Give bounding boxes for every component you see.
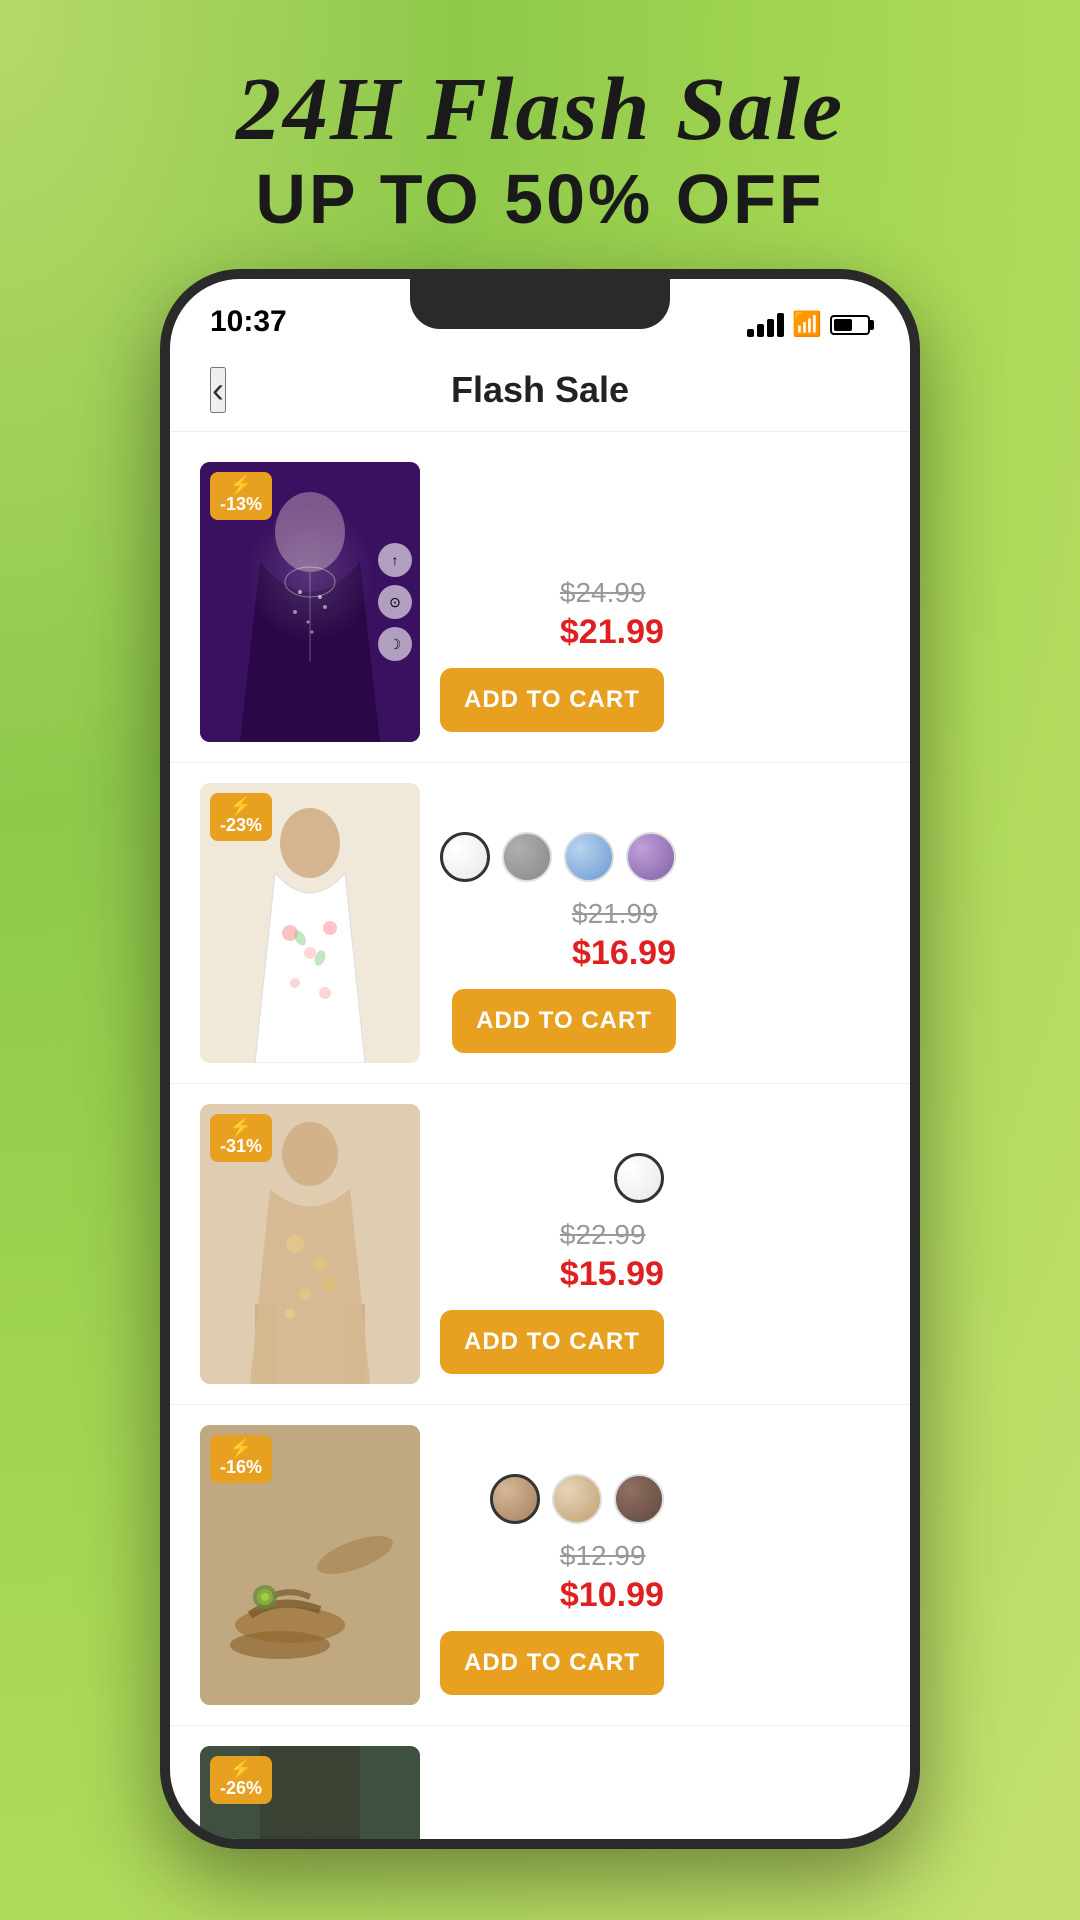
prices-1: $24.99 $21.99 (560, 577, 664, 652)
moon-icon: ☽ (378, 627, 412, 661)
prices-2: $21.99 $16.99 (572, 898, 676, 973)
product-image-wrap-2: ⚡ -23% (200, 783, 420, 1063)
battery-icon (830, 315, 870, 335)
signal-icon (747, 313, 784, 337)
add-to-cart-button-3[interactable]: ADD TO CART (440, 1310, 664, 1374)
status-icons: 📶 (747, 310, 870, 339)
discount-badge-1: ⚡ -13% (210, 472, 272, 520)
product-image-wrap-5: ⚡ -26% (200, 1746, 420, 1839)
original-price-3: $22.99 (560, 1219, 664, 1251)
share-icon: ↑ (378, 543, 412, 577)
add-to-cart-button-1[interactable]: ADD TO CART (440, 668, 664, 732)
compare-icon: ⊙ (378, 585, 412, 619)
add-to-cart-button-2[interactable]: ADD TO CART (452, 989, 676, 1053)
sale-price-2: $16.99 (572, 934, 676, 973)
status-time: 10:37 (210, 305, 287, 339)
sale-price-3: $15.99 (560, 1255, 664, 1294)
page-title: Flash Sale (451, 369, 629, 411)
discount-badge-3: ⚡ -31% (210, 1114, 272, 1162)
sale-price-1: $21.99 (560, 613, 664, 652)
wifi-icon: 📶 (792, 310, 822, 339)
swatch-brown[interactable] (614, 1474, 664, 1524)
discount-badge-5: ⚡ -26% (210, 1756, 272, 1804)
product-image-wrap-1: ⚡ -13% ↑ ⊙ ☽ (200, 462, 420, 742)
color-swatches-3 (614, 1153, 664, 1203)
swatch-tan[interactable] (490, 1474, 540, 1524)
swatch-blue[interactable] (564, 832, 614, 882)
swatch-gray[interactable] (502, 832, 552, 882)
original-price-1: $24.99 (560, 577, 664, 609)
swatch-beige[interactable] (552, 1474, 602, 1524)
product-side-icons: ↑ ⊙ ☽ (378, 543, 412, 661)
product-list: ⚡ -13% ↑ ⊙ ☽ $24.99 $21.99 ADD TO (170, 432, 910, 1839)
product-image-wrap-4: ⚡ -16% (200, 1425, 420, 1705)
product-right-4: $12.99 $10.99 ADD TO CART (440, 1474, 664, 1705)
table-row: ⚡ -13% ↑ ⊙ ☽ $24.99 $21.99 ADD TO (170, 442, 910, 763)
add-to-cart-button-4[interactable]: ADD TO CART (440, 1631, 664, 1695)
table-row: ⚡ -16% $12.99 $10.99 ADD TO CART (170, 1405, 910, 1726)
prices-4: $12.99 $10.99 (560, 1540, 664, 1615)
swatch-single[interactable] (614, 1153, 664, 1203)
notch (410, 279, 670, 329)
product-right-3: $22.99 $15.99 ADD TO CART (440, 1153, 664, 1384)
original-price-2: $21.99 (572, 898, 676, 930)
swatch-white[interactable] (440, 832, 490, 882)
sale-price-4: $10.99 (560, 1576, 664, 1615)
app-header: ‹ Flash Sale (170, 349, 910, 432)
banner-title: 24H Flash Sale (20, 60, 1060, 159)
original-price-4: $12.99 (560, 1540, 664, 1572)
banner-subtitle: UP TO 50% OFF (20, 159, 1060, 239)
phone-content[interactable]: ‹ Flash Sale (170, 349, 910, 1839)
prices-3: $22.99 $15.99 (560, 1219, 664, 1294)
color-swatches-4 (490, 1474, 664, 1524)
discount-badge-4: ⚡ -16% (210, 1435, 272, 1483)
table-row: ⚡ -26% (170, 1726, 910, 1839)
discount-badge-2: ⚡ -23% (210, 793, 272, 841)
product-right-1: $24.99 $21.99 ADD TO CART (440, 577, 664, 742)
color-swatches-2 (440, 832, 676, 882)
swatch-purple[interactable] (626, 832, 676, 882)
back-button[interactable]: ‹ (210, 367, 226, 413)
banner: 24H Flash Sale UP TO 50% OFF (0, 0, 1080, 269)
product-right-2: $21.99 $16.99 ADD TO CART (440, 832, 676, 1063)
table-row: ⚡ -31% $22.99 $15.99 ADD TO CART (170, 1084, 910, 1405)
phone-frame: 10:37 📶 ‹ Flash Sale (160, 269, 920, 1849)
product-image-wrap-3: ⚡ -31% (200, 1104, 420, 1384)
table-row: ⚡ -23% $21.99 $16.99 ADD TO C (170, 763, 910, 1084)
